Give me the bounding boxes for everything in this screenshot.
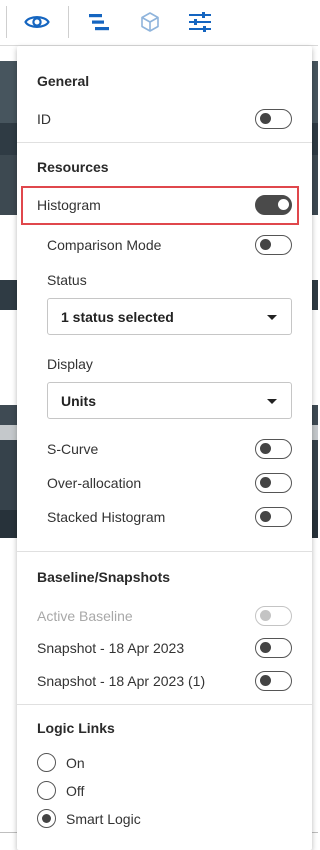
cube-icon <box>141 12 159 32</box>
section-title-general: General <box>37 73 90 89</box>
histogram-label: Histogram <box>37 197 101 213</box>
display-select-value: Units <box>61 393 96 409</box>
gantt-icon <box>89 14 109 31</box>
status-select[interactable]: 1 status selected <box>47 298 292 335</box>
status-select-value: 1 status selected <box>61 309 174 325</box>
section-divider <box>17 551 312 552</box>
logic-links-on-radio[interactable] <box>37 753 56 772</box>
chevron-down-icon <box>267 315 277 320</box>
over-allocation-label: Over-allocation <box>47 475 142 491</box>
section-divider <box>17 704 312 705</box>
settings-sliders-button[interactable] <box>183 6 217 38</box>
stacked-histogram-label: Stacked Histogram <box>47 509 166 525</box>
chevron-down-icon <box>267 399 277 404</box>
id-toggle[interactable] <box>255 109 292 129</box>
toggle-knob <box>260 610 271 621</box>
gantt-view-button[interactable] <box>82 6 116 38</box>
s-curve-toggle[interactable] <box>255 439 292 459</box>
sliders-icon <box>189 12 211 32</box>
view-options-button[interactable] <box>20 6 54 38</box>
toggle-knob <box>260 239 271 250</box>
stacked-histogram-toggle[interactable] <box>255 507 292 527</box>
logic-links-off-radio[interactable] <box>37 781 56 800</box>
snapshot-1-toggle[interactable] <box>255 638 292 658</box>
3d-view-button[interactable] <box>133 6 167 38</box>
id-label: ID <box>37 111 51 127</box>
toolbar-separator <box>6 6 7 38</box>
toggle-knob <box>278 199 289 210</box>
over-allocation-toggle[interactable] <box>255 473 292 493</box>
section-divider <box>17 142 312 143</box>
section-title-baselines: Baseline/Snapshots <box>37 569 171 585</box>
snapshot-2-toggle[interactable] <box>255 671 292 691</box>
view-settings-panel: General ID Resources Histogram Compariso… <box>17 46 312 850</box>
toggle-knob <box>260 113 271 124</box>
toggle-knob <box>260 642 271 653</box>
toggle-knob <box>260 675 271 686</box>
snapshot-2-label: Snapshot - 18 Apr 2023 (1) <box>37 673 206 689</box>
comparison-mode-label: Comparison Mode <box>47 237 162 253</box>
toggle-knob <box>260 477 271 488</box>
snapshot-1-label: Snapshot - 18 Apr 2023 <box>37 640 185 656</box>
histogram-toggle[interactable] <box>255 195 292 215</box>
section-title-logic-links: Logic Links <box>37 720 115 736</box>
toggle-knob <box>260 511 271 522</box>
display-label: Display <box>47 356 93 372</box>
logic-links-off-label[interactable]: Off <box>66 783 84 799</box>
toggle-knob <box>260 443 271 454</box>
comparison-mode-toggle[interactable] <box>255 235 292 255</box>
logic-links-smart-logic-radio[interactable] <box>37 809 56 828</box>
logic-links-on-label[interactable]: On <box>66 755 85 771</box>
s-curve-label: S-Curve <box>47 441 99 457</box>
active-baseline-label: Active Baseline <box>37 608 133 624</box>
logic-links-smart-logic-label[interactable]: Smart Logic <box>66 811 141 827</box>
display-select[interactable]: Units <box>47 382 292 419</box>
status-label: Status <box>47 272 87 288</box>
active-baseline-toggle <box>255 606 292 626</box>
section-title-resources: Resources <box>37 159 109 175</box>
toolbar-separator <box>68 6 69 38</box>
eye-icon <box>24 16 50 28</box>
view-toolbar <box>0 0 318 46</box>
